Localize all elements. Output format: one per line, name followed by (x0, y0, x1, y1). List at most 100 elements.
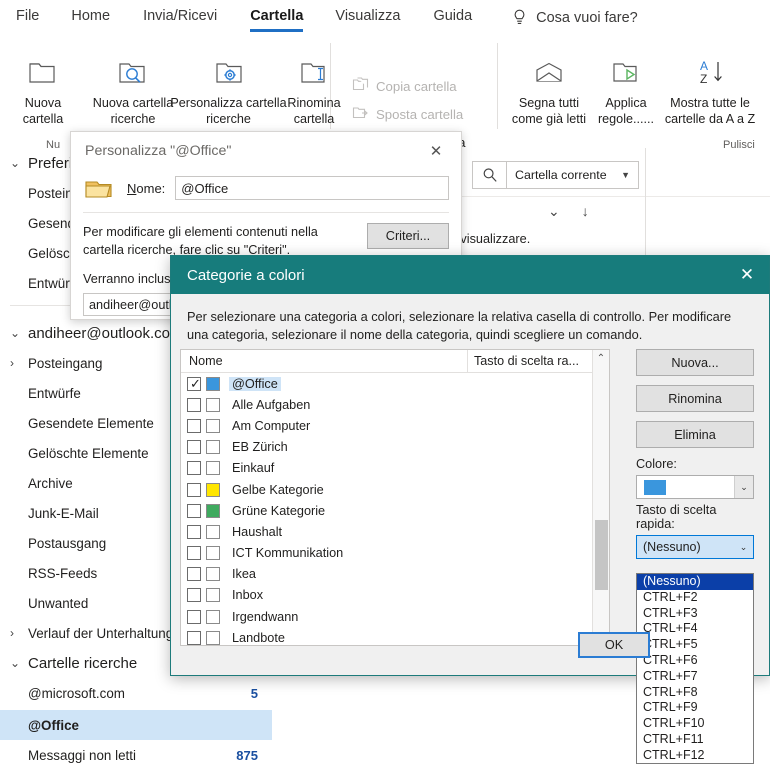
button-nuova-cartella[interactable]: Nuova cartella (12, 57, 74, 127)
button-mostra-tutte-cartelle[interactable]: AZ Mostra tutte le cartelle da A a Z (658, 57, 762, 127)
category-checkbox[interactable] (187, 546, 201, 561)
shortcut-option[interactable]: CTRL+F10 (637, 716, 753, 732)
tab-cartella[interactable]: Cartella (250, 8, 304, 32)
category-checkbox[interactable] (187, 609, 201, 624)
chevron-down-icon[interactable]: ⌄ (548, 203, 560, 220)
category-checkbox[interactable] (187, 588, 201, 603)
ok-button[interactable]: OK (578, 632, 650, 658)
category-color-swatch[interactable] (206, 609, 220, 624)
criteria-button[interactable]: Criteri... (367, 223, 449, 249)
criteria-description: Per modificare gli elementi contenuti ne… (83, 225, 318, 257)
category-color-swatch[interactable] (206, 418, 220, 433)
categories-list[interactable]: Nome Tasto di scelta ra... ✓ @Office Alle … (180, 349, 610, 646)
nav-item-messaggi-non-letti[interactable]: Messaggi non letti 875 (0, 740, 272, 764)
category-row[interactable]: Ikea (181, 564, 609, 585)
category-row[interactable]: Alle Aufgaben (181, 394, 609, 415)
category-row[interactable]: ✓ @Office (181, 373, 609, 394)
shortcut-select[interactable]: (Nessuno) ⌄ (636, 535, 754, 559)
rinomina-button[interactable]: Rinomina (636, 385, 754, 412)
button-personalizza-cartella-ricerche[interactable]: Personalizza cartella ricerche (166, 57, 291, 127)
tell-me-box[interactable]: Cosa vuoi fare? (512, 9, 638, 26)
include-label: Verranno inclusi (83, 272, 174, 286)
category-checkbox[interactable] (187, 567, 201, 582)
categories-rows[interactable]: ✓ @Office Alle Aufgaben Am Computer EB Züric… (181, 373, 609, 645)
category-row[interactable]: Am Computer (181, 415, 609, 436)
category-row[interactable]: Landbote (181, 627, 609, 645)
category-row[interactable]: Gelbe Kategorie (181, 479, 609, 500)
categories-scrollbar[interactable]: ⌃ ⌄ (592, 350, 609, 645)
category-color-swatch[interactable] (206, 567, 220, 582)
shortcut-option[interactable]: (Nessuno) (637, 574, 753, 590)
elimina-button[interactable]: Elimina (636, 421, 754, 448)
arrow-down-icon[interactable]: ↓ (582, 203, 589, 220)
category-checkbox[interactable]: ✓ (187, 376, 201, 391)
button-segna-tutti-letti[interactable]: Segna tutti come già letti (508, 57, 590, 127)
shortcut-option[interactable]: CTRL+F7 (637, 669, 753, 685)
category-color-swatch[interactable] (206, 524, 220, 539)
category-checkbox[interactable] (187, 461, 201, 476)
category-row[interactable]: EB Zürich (181, 437, 609, 458)
category-name: Gelbe Kategorie (232, 482, 324, 497)
category-checkbox[interactable] (187, 440, 201, 455)
category-row[interactable]: Irgendwann (181, 606, 609, 627)
shortcut-dropdown-list[interactable]: (Nessuno) CTRL+F2 CTRL+F3 CTRL+F4 CTRL+F5 CTR… (636, 573, 754, 764)
shortcut-option[interactable]: CTRL+F11 (637, 732, 753, 748)
column-header-nome[interactable]: Nome (181, 354, 467, 368)
close-icon[interactable]: ✕ (417, 137, 455, 165)
scroll-up-icon[interactable]: ⌃ (593, 350, 609, 367)
shortcut-option[interactable]: CTRL+F6 (637, 653, 753, 669)
button-applica-regole-label: Applica regole...... (597, 96, 654, 126)
nuova-button[interactable]: Nuova... (636, 349, 754, 376)
shortcut-option[interactable]: CTRL+F2 (637, 590, 753, 606)
button-applica-regole[interactable]: Applica regole...... (596, 57, 656, 127)
category-row[interactable]: Inbox (181, 585, 609, 606)
category-color-swatch[interactable] (206, 588, 220, 603)
color-picker[interactable]: ⌄ (636, 475, 754, 499)
close-icon[interactable]: ✕ (725, 256, 769, 294)
category-color-swatch[interactable] (206, 440, 220, 455)
pane-nav-arrows[interactable]: ⌄ ↓ (548, 203, 589, 220)
category-color-swatch[interactable] (206, 503, 220, 518)
category-color-swatch[interactable] (206, 546, 220, 561)
tab-guida[interactable]: Guida (433, 8, 472, 28)
scrollbar-thumb[interactable] (595, 520, 608, 590)
category-checkbox[interactable] (187, 524, 201, 539)
shortcut-option[interactable]: CTRL+F4 (637, 621, 753, 637)
chevron-down-icon[interactable]: ⌄ (734, 476, 753, 498)
tab-visualizza[interactable]: Visualizza (335, 8, 400, 28)
category-row[interactable]: Grüne Kategorie (181, 500, 609, 521)
nav-item-office[interactable]: @Office (0, 710, 272, 740)
tab-home[interactable]: Home (71, 8, 110, 28)
category-row[interactable]: Einkauf (181, 458, 609, 479)
button-rinomina-cartella[interactable]: Rinomina cartella (278, 57, 350, 127)
chevron-right-icon[interactable]: › (10, 626, 28, 640)
column-header-shortcut[interactable]: Tasto di scelta ra... (467, 350, 609, 373)
shortcut-option[interactable]: CTRL+F8 (637, 685, 753, 701)
chevron-right-icon[interactable]: › (10, 356, 28, 370)
tab-file[interactable]: File (16, 8, 39, 28)
chevron-down-icon[interactable]: ⌄ (734, 542, 753, 553)
chevron-down-icon[interactable]: ▼ (621, 170, 638, 180)
category-color-swatch[interactable] (206, 482, 220, 497)
category-color-swatch[interactable] (206, 461, 220, 476)
category-color-swatch[interactable] (206, 376, 220, 391)
category-checkbox[interactable] (187, 503, 201, 518)
category-checkbox[interactable] (187, 418, 201, 433)
nav-label: @microsoft.com (28, 685, 125, 701)
folder-name-input[interactable] (175, 176, 449, 200)
category-row[interactable]: ICT Kommunikation (181, 543, 609, 564)
search-scope-label[interactable]: Cartella corrente (507, 168, 621, 182)
shortcut-option[interactable]: CTRL+F5 (637, 637, 753, 653)
category-checkbox[interactable] (187, 482, 201, 497)
nav-item-microsoft-com[interactable]: @microsoft.com 5 (0, 678, 272, 708)
search-box[interactable]: Cartella corrente ▼ (472, 161, 639, 189)
shortcut-option[interactable]: CTRL+F3 (637, 606, 753, 622)
tab-invia-ricevi[interactable]: Invia/Ricevi (143, 8, 217, 28)
category-color-swatch[interactable] (206, 397, 220, 412)
category-row[interactable]: Haushalt (181, 521, 609, 542)
shortcut-option[interactable]: CTRL+F9 (637, 700, 753, 716)
category-color-swatch[interactable] (206, 630, 220, 645)
category-checkbox[interactable] (187, 630, 201, 645)
shortcut-option[interactable]: CTRL+F12 (637, 748, 753, 763)
category-checkbox[interactable] (187, 397, 201, 412)
